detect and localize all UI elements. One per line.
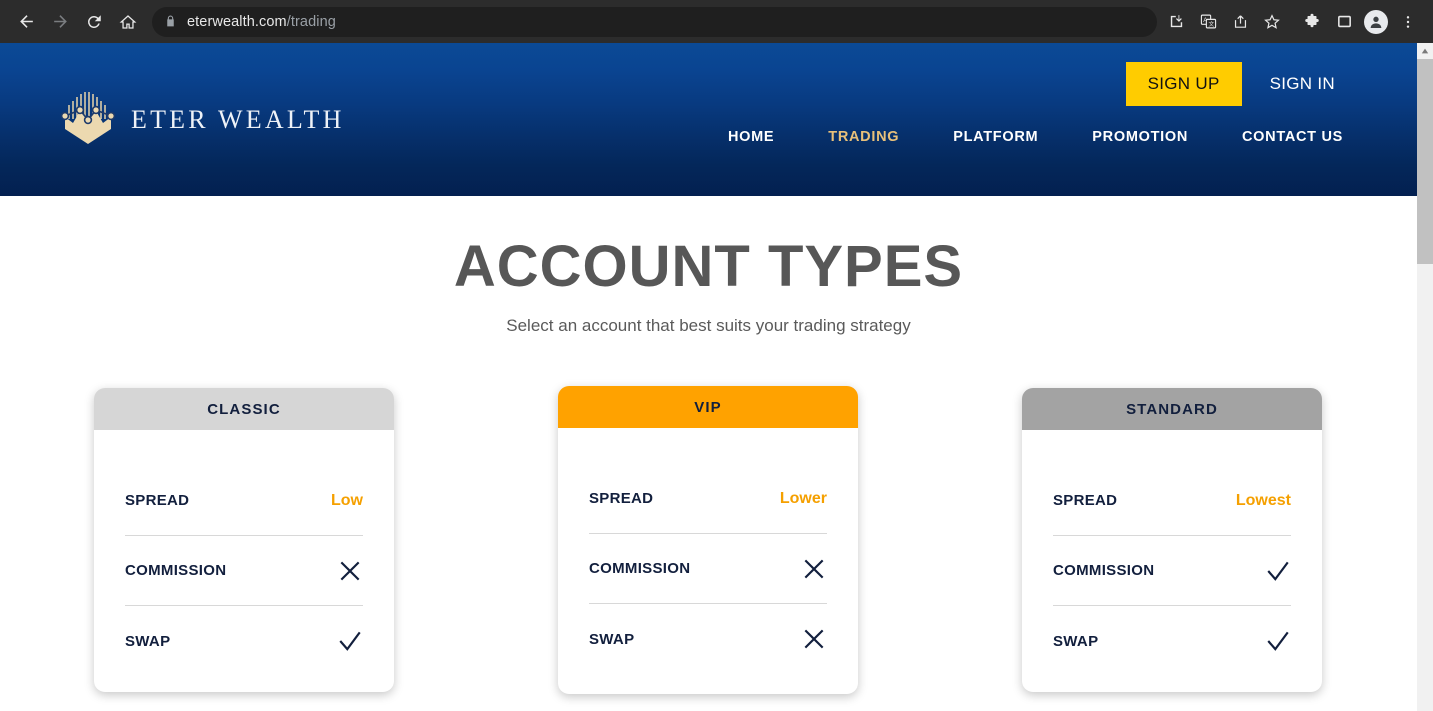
feature-label: SWAP: [1053, 632, 1099, 650]
translate-icon[interactable]: A 文: [1193, 7, 1223, 37]
card-body-standard: SPREAD Lowest COMMISSION SWAP: [1022, 430, 1322, 692]
sign-in-button[interactable]: SIGN IN: [1270, 74, 1335, 94]
card-header-vip: VIP: [558, 386, 858, 428]
feature-row: SWAP: [589, 604, 827, 674]
feature-row: SWAP: [1053, 606, 1291, 676]
feature-value: Low: [331, 491, 363, 509]
feature-row: COMMISSION: [125, 536, 363, 606]
account-card-standard[interactable]: STANDARD SPREAD Lowest COMMISSION SWAP: [1022, 388, 1322, 692]
feature-label: SWAP: [589, 630, 635, 648]
account-card-vip[interactable]: VIP SPREAD Lower COMMISSION SWAP: [558, 386, 858, 694]
url-path: /trading: [286, 13, 336, 30]
feature-row: SWAP: [125, 606, 363, 676]
check-icon: [339, 631, 361, 651]
feature-value: Lower: [779, 489, 827, 507]
nav-item-promotion[interactable]: PROMOTION: [1092, 129, 1188, 145]
site-logo[interactable]: ETER WEALTH: [55, 89, 345, 151]
nav-item-home[interactable]: HOME: [728, 129, 774, 145]
account-types-cards: CLASSIC SPREAD Low COMMISSION SWAP VIP S…: [0, 386, 1417, 706]
forward-button[interactable]: [44, 6, 76, 38]
scroll-up-arrow[interactable]: [1417, 43, 1433, 59]
logo-text: ETER WEALTH: [131, 105, 345, 134]
reload-button[interactable]: [78, 6, 110, 38]
cross-icon: [340, 561, 360, 580]
page-scrollbar[interactable]: [1417, 43, 1433, 711]
site-header: ETER WEALTH SIGN UP SIGN IN HOME TRADING…: [0, 43, 1417, 196]
main-navigation: HOME TRADING PLATFORM PROMOTION CONTACT …: [728, 129, 1343, 145]
account-card-classic[interactable]: CLASSIC SPREAD Low COMMISSION SWAP: [94, 388, 394, 692]
page-content: ACCOUNT TYPES Select an account that bes…: [0, 196, 1417, 711]
browser-toolbar-icons: A 文: [1161, 7, 1423, 37]
url-domain: eterwealth.com: [187, 13, 287, 30]
download-icon[interactable]: [1161, 7, 1191, 37]
feature-label: COMMISSION: [125, 562, 227, 579]
cross-icon: [804, 629, 824, 649]
feature-value: Lowest: [1235, 491, 1291, 509]
lock-icon: [164, 15, 177, 28]
crown-chart-logo-icon: [60, 92, 116, 144]
feature-label: COMMISSION: [589, 560, 691, 577]
card-body-vip: SPREAD Lower COMMISSION SWAP: [558, 428, 858, 694]
home-icon: [119, 14, 137, 29]
feature-label: SPREAD: [1053, 492, 1118, 509]
extensions-puzzle-icon[interactable]: [1297, 7, 1327, 37]
forward-arrow-icon: [53, 15, 67, 28]
sign-up-button[interactable]: SIGN UP: [1125, 62, 1242, 106]
bookmark-star-icon[interactable]: [1257, 7, 1287, 37]
feature-row: SPREAD Lowest: [1053, 466, 1291, 536]
nav-item-trading[interactable]: TRADING: [828, 129, 899, 145]
feature-row: SPREAD Low: [125, 466, 363, 536]
home-button[interactable]: [112, 6, 144, 38]
page-title: ACCOUNT TYPES: [453, 234, 964, 299]
feature-label: COMMISSION: [1053, 562, 1155, 579]
scrollbar-thumb[interactable]: [1417, 59, 1433, 264]
reload-icon: [87, 14, 101, 28]
nav-item-platform[interactable]: PLATFORM: [953, 129, 1038, 145]
feature-label: SWAP: [125, 632, 171, 650]
feature-row: SPREAD Lower: [589, 464, 827, 534]
card-header-classic: CLASSIC: [94, 388, 394, 430]
address-bar[interactable]: eterwealth.com/trading: [152, 6, 1157, 37]
feature-row: COMMISSION: [589, 534, 827, 604]
browser-nav-buttons: [10, 6, 144, 38]
feature-label: SPREAD: [125, 492, 190, 509]
profile-avatar-icon[interactable]: [1361, 7, 1391, 37]
check-icon: [1267, 561, 1289, 581]
feature-label: SPREAD: [589, 490, 654, 507]
check-icon: [1267, 631, 1289, 651]
auth-actions: SIGN UP SIGN IN: [1125, 62, 1335, 106]
more-menu-icon[interactable]: [1393, 7, 1423, 37]
page-subtitle: Select an account that best suits your t…: [506, 316, 911, 335]
card-header-standard: STANDARD: [1022, 388, 1322, 430]
card-body-classic: SPREAD Low COMMISSION SWAP: [94, 430, 394, 692]
share-icon[interactable]: [1225, 7, 1255, 37]
url-text: eterwealth.com/trading: [187, 14, 336, 30]
avatar: [1364, 9, 1388, 34]
browser-toolbar: eterwealth.com/trading A 文: [0, 0, 1433, 43]
back-arrow-icon: [19, 15, 33, 28]
feature-row: COMMISSION: [1053, 536, 1291, 606]
cross-icon: [804, 559, 824, 578]
nav-item-contact-us[interactable]: CONTACT US: [1242, 129, 1343, 145]
back-button[interactable]: [10, 6, 42, 38]
side-panel-icon[interactable]: [1329, 7, 1359, 37]
